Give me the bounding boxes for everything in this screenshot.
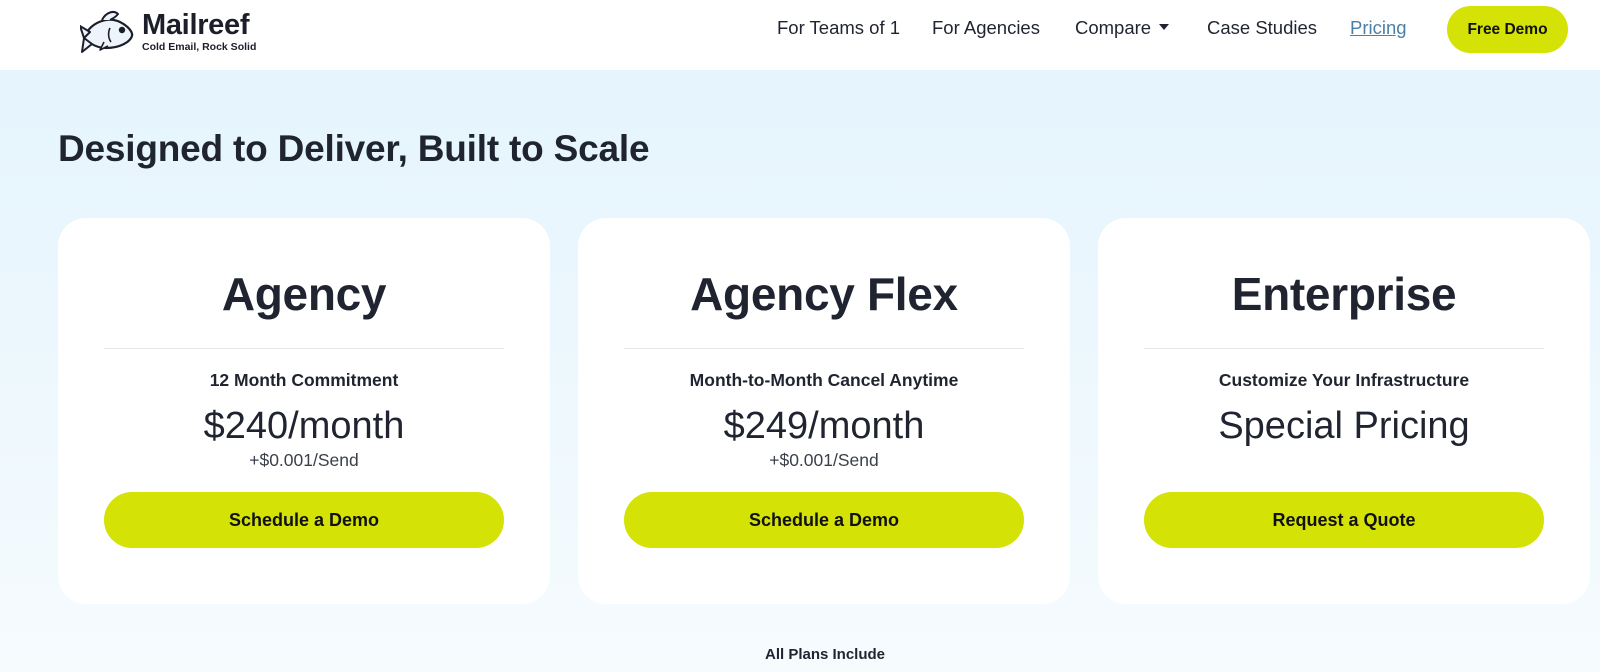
fish-logo-icon — [80, 11, 134, 53]
nav-link-case-studies[interactable]: Case Studies — [1207, 17, 1317, 39]
plan-price: Special Pricing — [1218, 405, 1470, 447]
divider — [104, 348, 504, 349]
plan-per-send: +$0.001/Send — [769, 450, 879, 470]
nav-link-agencies[interactable]: For Agencies — [932, 17, 1040, 39]
caret-down-icon — [1159, 24, 1170, 31]
brand-logo[interactable]: Mailreef Cold Email, Rock Solid — [80, 4, 280, 56]
brand-tagline: Cold Email, Rock Solid — [142, 41, 257, 53]
brand-name: Mailreef — [142, 9, 250, 41]
plan-commitment: Customize Your Infrastructure — [1218, 370, 1470, 390]
nav-compare-label: Compare — [1075, 17, 1152, 38]
schedule-demo-button[interactable]: Schedule a Demo — [104, 492, 504, 548]
divider — [1144, 348, 1544, 349]
plan-commitment: 12 Month Commitment — [209, 370, 399, 390]
divider — [624, 348, 1024, 349]
plan-card-enterprise: Enterprise Customize Your Infrastructure… — [1098, 218, 1590, 604]
site-header: Mailreef Cold Email, Rock Solid For Team… — [0, 0, 1600, 70]
plan-card-agency-flex: Agency Flex Month-to-Month Cancel Anytim… — [578, 218, 1070, 604]
schedule-demo-button[interactable]: Schedule a Demo — [624, 492, 1024, 548]
nav-link-teams-of-1[interactable]: For Teams of 1 — [777, 17, 900, 39]
plan-name: Agency — [221, 268, 387, 320]
request-quote-button[interactable]: Request a Quote — [1144, 492, 1544, 548]
pricing-section: Designed to Deliver, Built to Scale Agen… — [0, 70, 1600, 672]
plan-commitment: Month-to-Month Cancel Anytime — [689, 370, 959, 390]
nav-dropdown-compare[interactable]: Compare — [1075, 17, 1170, 39]
section-title: Designed to Deliver, Built to Scale — [58, 128, 650, 169]
plan-name: Agency Flex — [690, 268, 958, 320]
free-demo-button[interactable]: Free Demo — [1447, 6, 1568, 53]
nav-link-pricing[interactable]: Pricing — [1350, 17, 1407, 39]
plans-include-heading: All Plans Include — [764, 646, 886, 663]
plan-name: Enterprise — [1231, 268, 1457, 320]
plan-price: $240/month — [203, 405, 405, 447]
plan-price: $249/month — [723, 405, 925, 447]
plan-per-send: +$0.001/Send — [249, 450, 359, 470]
plan-card-agency: Agency 12 Month Commitment $240/month +$… — [58, 218, 550, 604]
